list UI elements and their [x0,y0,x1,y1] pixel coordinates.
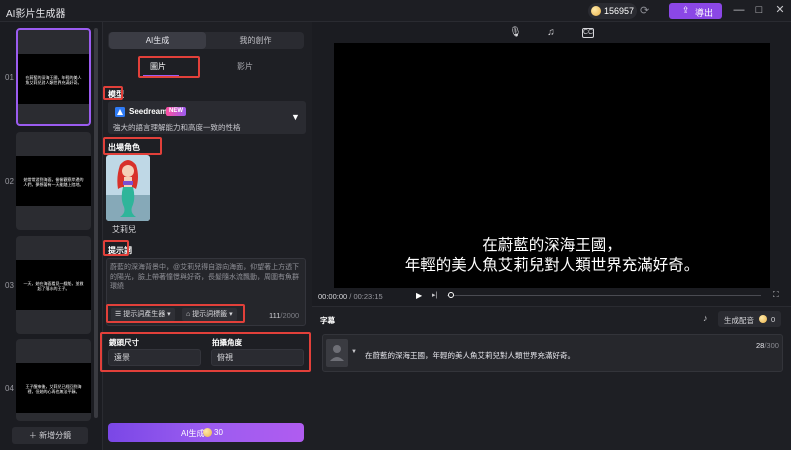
tab-image[interactable]: 圖片 [150,61,166,72]
scene-number: 02 [5,177,14,186]
play-icon[interactable]: ▶ [416,291,422,300]
caret-down-icon: ▾ [227,311,233,318]
video-caption: 在蔚藍的深海王國， 年輕的美人魚艾莉兒對人類世界充滿好奇。 [334,236,770,276]
generate-cost: 30 [214,428,223,437]
scene-scrollbar[interactable] [94,28,98,418]
current-time: 00:00:00 [318,292,348,301]
generate-label: AI生成 [181,429,205,438]
subtitle-char-count: 28/300 [756,341,779,350]
model-section-label: 模型 [108,90,124,99]
speaker-avatar[interactable] [326,339,348,367]
captions-icon[interactable]: CC [582,28,594,38]
subtitle-title: 字幕 [320,316,335,325]
character-name: 艾莉兒 [112,225,136,234]
caption-line-1: 在蔚藍的深海王國， [482,237,622,254]
microphone-icon[interactable]: 🎙 [509,27,522,39]
tab-ai-generate[interactable]: AI生成 [109,32,206,49]
time-display: 00:00:00 / 00:23:15 [318,292,383,301]
scene-number: 01 [5,73,14,82]
coin-icon [759,315,767,323]
subtitle-text[interactable]: 在蔚藍的深海王國，年輕的美人魚艾莉兒對人類世界充滿好奇。 [365,350,575,361]
character-section-label: 出場角色 [108,143,140,152]
scene-thumb-03[interactable]: 一天，她在海面看見一艘船，並救起了落水的王子。 [16,236,91,334]
generation-panel [103,22,312,450]
chevron-down-icon[interactable]: ▼ [351,349,357,355]
prompt-generator-button[interactable]: ☰ 提示詞產生器 ▾ [111,308,175,321]
coin-icon [591,6,601,16]
scene-number: 04 [5,384,14,393]
export-button[interactable]: ⇪ 導出 [669,3,722,19]
playback-bar [312,288,791,304]
caret-down-icon: ▾ [165,311,171,318]
person-icon [330,345,344,361]
angle-label: 拍攝角度 [212,338,242,347]
export-icon: ⇪ [682,5,690,15]
tab-video[interactable]: 影片 [237,61,253,72]
maximize-icon[interactable]: □ [752,3,766,17]
generate-dub-button[interactable]: 生成配音 0 [718,311,781,327]
dub-cost: 0 [771,315,776,324]
tab-my-works[interactable]: 我的創作 [207,32,304,49]
scene-thumb-02[interactable]: 她常常游到海面，偷偷觀察岸邊的人們，夢想著有一天能踏上陸地。 [16,132,91,230]
total-time: / 00:23:15 [349,292,383,301]
tab-underline [143,75,179,77]
music-icon[interactable]: ♫ [545,27,557,39]
character-avatar[interactable] [106,155,150,221]
scene-number: 03 [5,281,14,290]
chevron-down-icon[interactable]: ▼ [291,112,300,122]
next-frame-icon[interactable]: ▸| [432,291,437,299]
prompt-text: 蔚藍的深海背景中，@艾莉兒得自游向海面，仰望著上方透下的陽光，臉上帶著憧憬與好奇… [110,264,300,290]
scene-caption: 她常常游到海面，偷偷觀察岸邊的人們，夢想著有一天能踏上陸地。 [23,177,84,187]
angle-select[interactable]: 俯視 [211,349,304,366]
generate-button[interactable]: AI生成 30 [108,423,304,442]
scene-thumb-04[interactable]: 王子醒來後，艾莉兒已經回到海裡，但她的心再也無法平靜。 [16,339,91,421]
mermaid-image [106,155,150,221]
dub-label: 生成配音 [724,316,754,325]
model-description: 強大的語言理解能力和高度一致的性格 [113,123,241,132]
voice-settings-icon[interactable]: ♪ [703,313,708,323]
refresh-icon[interactable]: ⟳ [640,5,652,17]
scrub-track[interactable] [447,295,761,296]
export-label: 導出 [695,8,714,18]
prompt-tags-label: 提示詞標籤 [192,311,228,318]
credits-badge: 156957 [588,3,637,19]
subtitle-panel [312,306,791,450]
shot-size-select[interactable]: 遠景 [108,349,201,366]
new-badge: NEW [166,107,186,116]
scrub-handle[interactable] [448,292,454,298]
scene-caption: 王子醒來後，艾莉兒已經回到海裡，但她的心再也無法平靜。 [25,384,82,394]
scene-caption: 一天，她在海面看見一艘船，並救起了落水的王子。 [23,281,84,291]
subtitle-count-max: /300 [764,341,779,350]
caption-line-2: 年輕的美人魚艾莉兒對人類世界充滿好奇。 [404,257,700,274]
shot-size-label: 鏡頭尺寸 [109,338,139,347]
list-icon: ☰ [115,311,124,318]
seedream-logo-icon [115,107,125,117]
add-scene-label: 新增分鏡 [39,431,72,440]
scene-caption: 在蔚藍的深海王國，年輕的美人魚艾莉兒對人類世界充滿好奇。 [25,75,82,85]
close-icon[interactable]: ✕ [773,3,787,17]
minimize-icon[interactable]: — [732,3,746,17]
main-tabs: AI生成 我的創作 [108,32,304,49]
add-scene-button[interactable]: ＋ 新增分鏡 [12,427,88,444]
scene-thumb-01[interactable]: 在蔚藍的深海王國，年輕的美人魚艾莉兒對人類世界充滿好奇。 [16,28,91,126]
prompt-count-max: /2000 [280,311,300,320]
prompt-count-value: 111 [269,311,281,320]
app-title: AI影片生成器 [6,9,66,20]
credits-count: 156957 [604,6,635,16]
coin-icon [203,428,212,437]
prompt-section-label: 提示詞 [108,246,132,255]
prompt-char-count: 111/2000 [269,311,299,320]
fullscreen-icon[interactable]: ⛶ [773,290,779,300]
prompt-generator-label: 提示詞產生器 [123,311,166,318]
plus-icon: ＋ [28,431,40,440]
prompt-tags-button[interactable]: ⌂ 提示詞標籤 ▾ [182,308,237,321]
